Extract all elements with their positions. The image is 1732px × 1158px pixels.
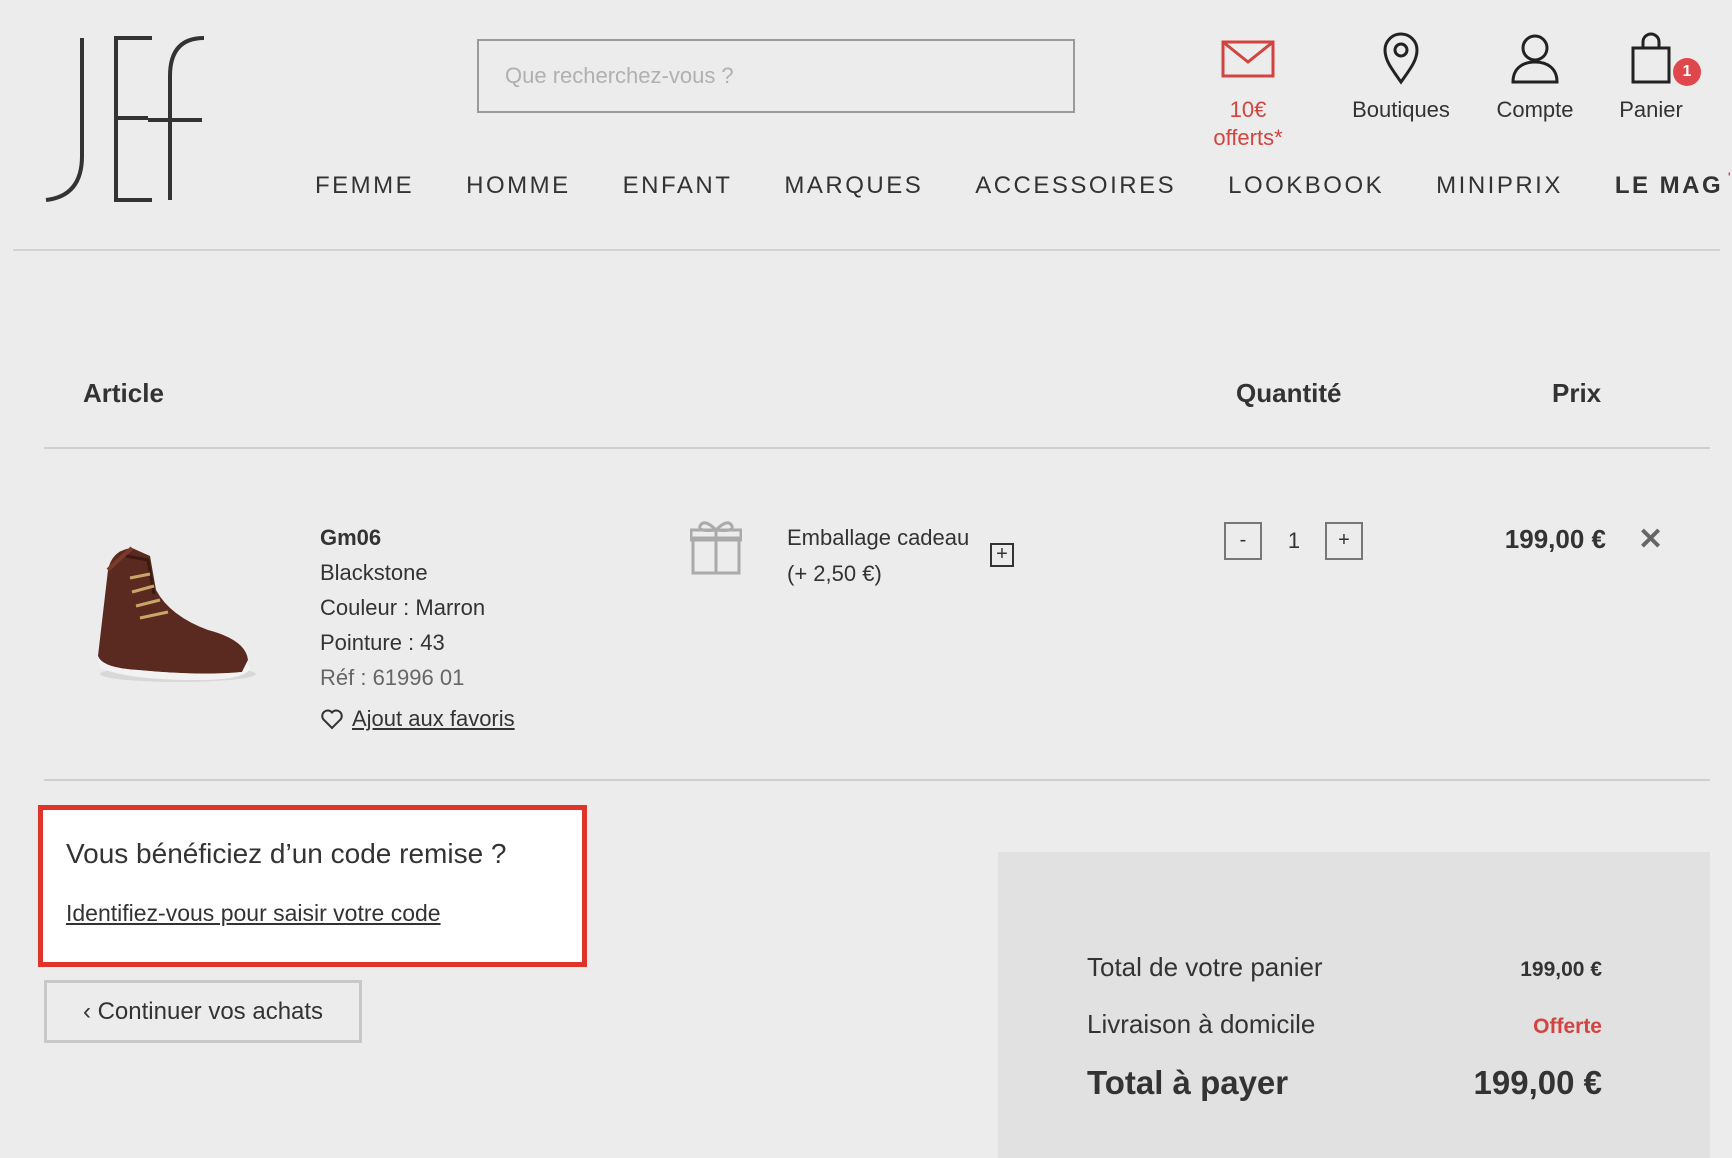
gift-wrap-label: Emballage cadeau (+ 2,50 €) — [787, 520, 969, 592]
continue-shopping-button[interactable]: ‹ Continuer vos achats — [44, 980, 362, 1043]
product-brand: Blackstone — [320, 560, 428, 585]
map-pin-icon — [1383, 32, 1419, 85]
header-divider — [13, 249, 1720, 251]
gift-wrap-price: (+ 2,50 €) — [787, 561, 882, 586]
nav-item-lookbook[interactable]: LOOKBOOK — [1228, 172, 1384, 200]
product-details: Gm06 Blackstone Couleur : Marron Pointur… — [320, 520, 485, 695]
discount-title: Vous bénéficiez d’un code remise ? — [66, 838, 507, 869]
item-row-divider — [44, 779, 1710, 781]
summary-total-row: Total à payer 199,00 € — [1087, 1064, 1602, 1102]
remove-item-icon[interactable]: ✕ — [1638, 522, 1663, 557]
header-price: Prix — [1552, 378, 1602, 408]
item-price: 199,00 € — [1504, 524, 1606, 554]
user-icon — [1511, 34, 1559, 84]
product-size: Pointure : 43 — [320, 630, 445, 655]
summary-delivery-row: Livraison à domicile Offerte — [1087, 1009, 1602, 1040]
nav-item-le-mag-label: LE MAG — [1614, 172, 1724, 199]
account-link[interactable]: Compte — [1485, 30, 1585, 124]
search-box — [477, 39, 1075, 113]
quantity-value[interactable]: 1 — [1278, 522, 1310, 560]
nav-item-accessoires[interactable]: ACCESSOIRES — [975, 172, 1176, 200]
nav-item-femme[interactable]: FEMME — [315, 172, 414, 200]
product-image[interactable] — [78, 520, 258, 686]
delivery-value: Offerte — [1533, 1015, 1602, 1038]
total-value: 199,00 € — [1473, 1064, 1602, 1101]
promo-offer-link[interactable]: 10€ offerts* — [1193, 30, 1303, 152]
discount-code-box: Vous bénéficiez d’un code remise ? Ident… — [38, 805, 587, 967]
table-header-divider — [44, 447, 1710, 449]
promo-label: 10€ offerts* — [1213, 97, 1283, 150]
order-summary: Total de votre panier 199,00 € Livraison… — [998, 852, 1710, 1158]
total-label: Total à payer — [1087, 1064, 1289, 1101]
quantity-decrease-button[interactable]: - — [1224, 522, 1262, 560]
nav-item-le-mag[interactable]: LE MAG ' — [1614, 170, 1731, 200]
header-quantity: Quantité — [1236, 378, 1342, 408]
product-ref: Réf : 61996 01 — [320, 665, 465, 690]
nav-item-homme[interactable]: HOMME — [466, 172, 571, 200]
jef-logo-icon — [45, 36, 205, 202]
quantity-increase-button[interactable]: + — [1325, 522, 1363, 560]
gift-wrap-title: Emballage cadeau — [787, 525, 970, 550]
add-gift-wrap-button[interactable]: + — [990, 543, 1014, 567]
favorites-link[interactable]: Ajout aux favoris — [352, 706, 515, 732]
boot-image-icon — [98, 546, 256, 682]
login-for-code-link[interactable]: Identifiez-vous pour saisir votre code — [66, 900, 441, 927]
stores-label: Boutiques — [1352, 97, 1450, 122]
nav-item-enfant[interactable]: ENFANT — [623, 172, 733, 200]
cart-link[interactable]: 1 Panier — [1610, 30, 1701, 124]
cart-total-value: 199,00 € — [1520, 958, 1602, 981]
shopping-bag-icon — [1631, 32, 1671, 84]
delivery-label: Livraison à domicile — [1087, 1009, 1316, 1039]
search-input[interactable] — [479, 41, 1073, 111]
main-nav: FEMME HOMME ENFANT MARQUES ACCESSOIRES L… — [315, 170, 1731, 200]
cart-count-badge: 1 — [1673, 58, 1701, 86]
mail-icon — [1221, 40, 1275, 78]
product-color: Couleur : Marron — [320, 595, 486, 620]
header-article: Article — [83, 378, 164, 408]
gift-icon — [689, 518, 743, 576]
le-mag-mark: ' — [1728, 170, 1732, 184]
summary-cart-total-row: Total de votre panier 199,00 € — [1087, 952, 1602, 983]
brand-logo[interactable] — [44, 36, 206, 202]
add-to-favorites[interactable]: Ajout aux favoris — [320, 706, 515, 732]
stores-link[interactable]: Boutiques — [1346, 30, 1456, 124]
cart-total-label: Total de votre panier — [1087, 952, 1323, 982]
product-name[interactable]: Gm06 — [320, 520, 485, 555]
nav-item-miniprix[interactable]: MINIPRIX — [1436, 172, 1563, 200]
cart-label: Panier — [1619, 97, 1683, 122]
nav-item-marques[interactable]: MARQUES — [784, 172, 923, 200]
account-label: Compte — [1496, 97, 1574, 122]
heart-icon — [321, 709, 343, 730]
